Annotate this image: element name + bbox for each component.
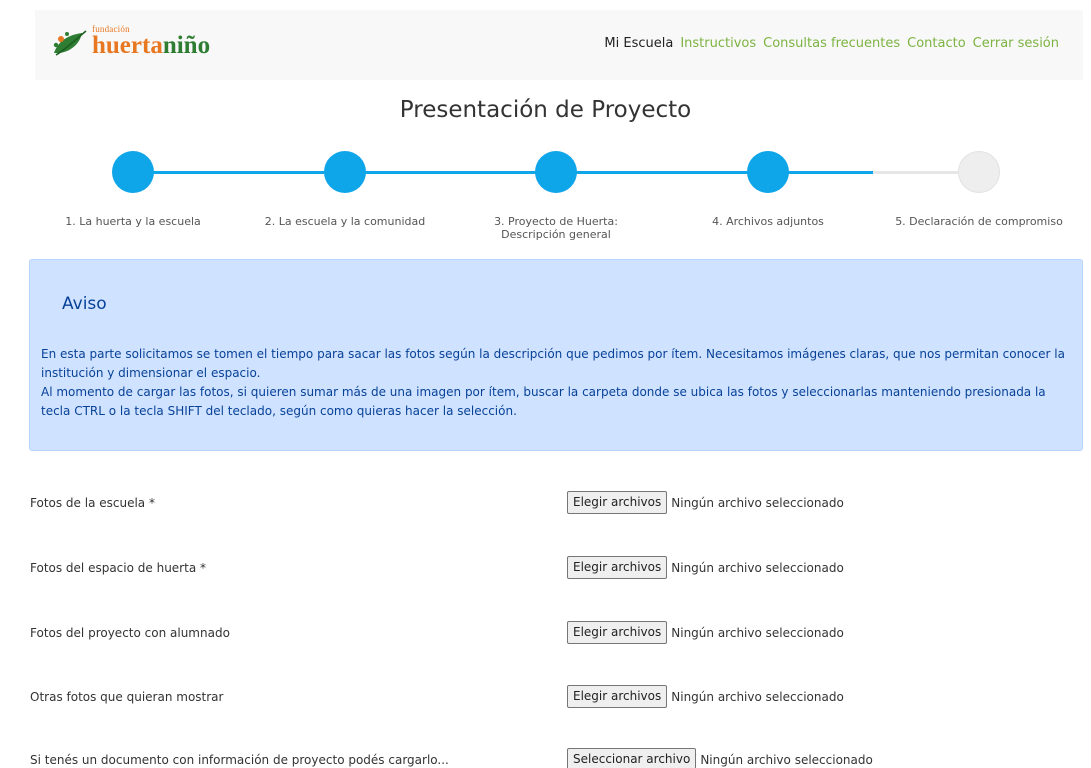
choose-files-button-fotos-proyecto[interactable]: Elegir archivos [567,621,668,644]
alert-paragraph-1: En esta parte solicitamos se tomen el ti… [41,347,1065,380]
alert-paragraph-2: Al momento de cargar las fotos, si quier… [41,385,1046,418]
nav-link-mi-escuela[interactable]: Mi Escuela [604,36,673,51]
select-file-button-documento-proyecto[interactable]: Seleccionar archivo [567,748,697,768]
nav-link-contacto[interactable]: Contacto [907,36,966,51]
logo-word-nino: niño [162,32,211,59]
step-label-3: 3. Proyecto de Huerta: Descripción gener… [461,215,651,241]
nav-link-consultas-frecuentes[interactable]: Consultas frecuentes [763,36,900,51]
alert-title: Aviso [62,294,107,314]
step-label-1: 1. La huerta y la escuela [65,215,201,228]
step-label-5: 5. Declaración de compromiso [895,215,1063,228]
file-status-fotos-proyecto: Ningún archivo seleccionado [671,625,844,640]
choose-files-button-otras-fotos[interactable]: Elegir archivos [567,685,668,708]
choose-files-button-fotos-escuela[interactable]: Elegir archivos [567,491,668,514]
file-status-fotos-huerta: Ningún archivo seleccionado [671,560,844,575]
main-nav: Mi Escuela Instructivos Consultas frecue… [597,36,1059,51]
field-label-otras-fotos: Otras fotos que quieran mostrar [30,690,224,704]
step-circle-3[interactable] [535,151,577,193]
step-label-2: 2. La escuela y la comunidad [264,215,426,228]
nav-link-cerrar-sesion[interactable]: Cerrar sesión [973,36,1059,51]
choose-files-button-fotos-huerta[interactable]: Elegir archivos [567,556,668,579]
step-circle-2[interactable] [324,151,366,193]
logo-text: fundación huertaniño [92,24,211,61]
file-input-fotos-proyecto: Elegir archivos Ningún archivo seleccion… [567,621,844,644]
field-label-fotos-proyecto: Fotos del proyecto con alumnado [30,626,230,640]
site-logo[interactable]: fundación huertaniño [52,24,210,64]
step-circle-1[interactable] [112,151,154,193]
field-label-documento-proyecto: Si tenés un documento con información de… [30,753,449,767]
file-status-otras-fotos: Ningún archivo seleccionado [671,689,844,704]
file-status-documento-proyecto: Ningún archivo seleccionado [700,752,873,767]
leaf-logo-icon [53,30,87,56]
logo-word-huerta: huerta [92,32,163,59]
file-input-fotos-escuela: Elegir archivos Ningún archivo seleccion… [567,491,844,514]
file-status-fotos-escuela: Ningún archivo seleccionado [671,495,844,510]
alert-body: En esta parte solicitamos se tomen el ti… [41,345,1076,421]
site-header: fundación huertaniño Mi Escuela Instruct… [35,10,1083,80]
nav-link-instructivos[interactable]: Instructivos [680,36,756,51]
step-label-4: 4. Archivos adjuntos [712,215,824,228]
file-input-documento-proyecto: Seleccionar archivo Ningún archivo selec… [567,748,873,768]
step-circle-4[interactable] [747,151,789,193]
step-circle-5[interactable] [958,151,1000,193]
file-input-fotos-huerta: Elegir archivos Ningún archivo seleccion… [567,556,844,579]
step-label-3-line2: Descripción general [501,228,611,241]
logo-small-text: fundación [92,24,130,34]
field-label-fotos-huerta: Fotos del espacio de huerta * [30,561,206,575]
field-label-fotos-escuela: Fotos de la escuela * [30,496,155,510]
page-title: Presentación de Proyecto [399,97,692,123]
file-input-otras-fotos: Elegir archivos Ningún archivo seleccion… [567,685,844,708]
notice-alert: Aviso En esta parte solicitamos se tomen… [29,259,1083,451]
step-label-3-line1: 3. Proyecto de Huerta: [494,215,618,228]
